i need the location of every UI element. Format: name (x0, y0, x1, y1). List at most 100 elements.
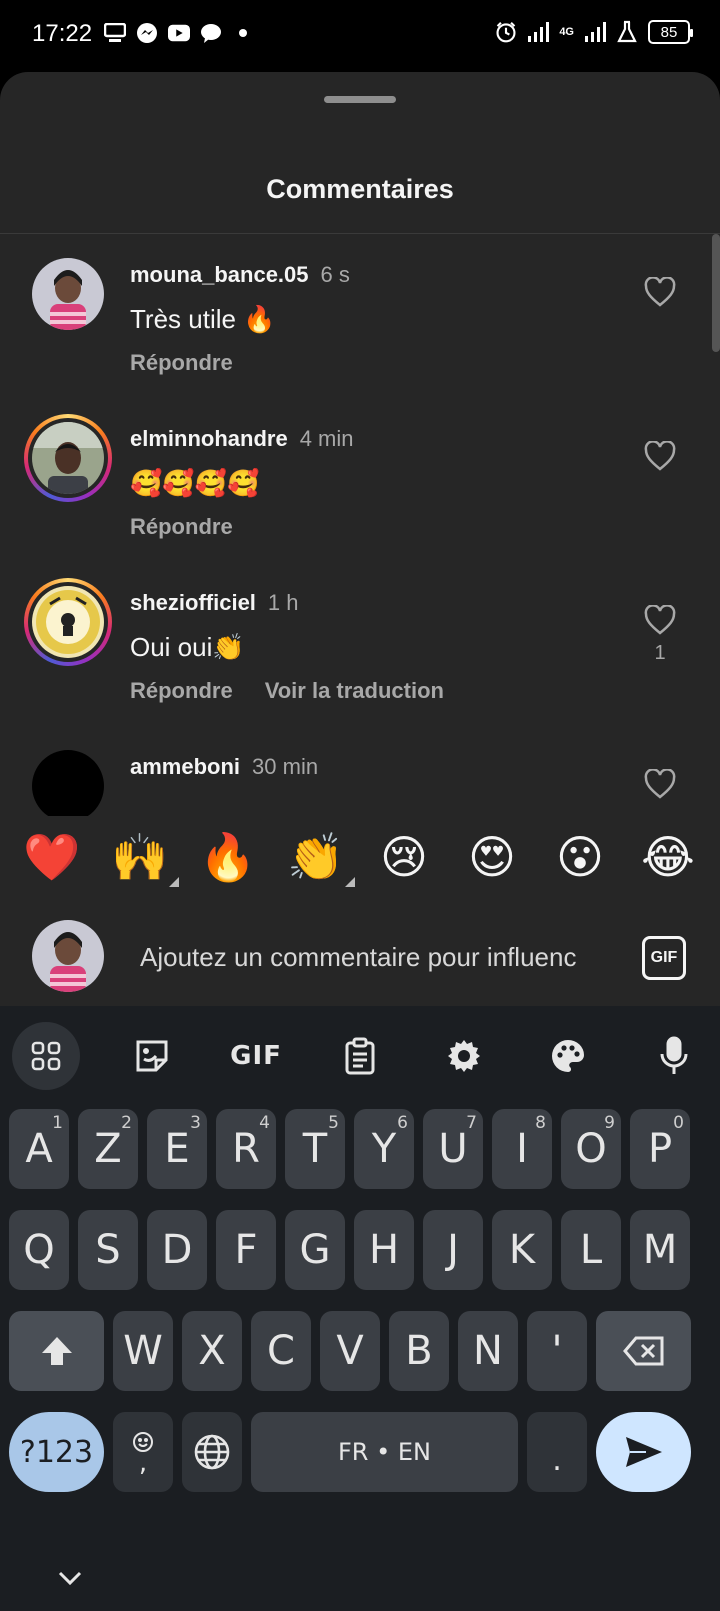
scrollbar[interactable] (712, 234, 720, 352)
space-bar[interactable]: FR • EN (251, 1412, 518, 1492)
period-key[interactable]: . (527, 1412, 587, 1492)
sticker-icon[interactable] (118, 1016, 186, 1096)
key-m[interactable]: M (630, 1210, 690, 1290)
keyboard-toolbar: GIF (0, 1016, 720, 1096)
avatar[interactable] (24, 250, 112, 338)
key-n[interactable]: N (458, 1311, 518, 1391)
comment-time: 1 h (267, 590, 299, 615)
key-s[interactable]: S (78, 1210, 138, 1290)
gif-keyboard-button[interactable]: GIF (222, 1016, 290, 1096)
heart-icon (644, 441, 676, 471)
key-u[interactable]: U7 (423, 1109, 483, 1189)
send-key[interactable] (596, 1412, 691, 1492)
sheet-title: Commentaires (266, 174, 454, 204)
comment-time: 6 s (320, 262, 350, 287)
signal-icon (527, 21, 550, 43)
emoji-crying[interactable]: 😢 (369, 830, 439, 884)
status-bar: 17:22 4G 85 (0, 0, 720, 72)
skin-tone-indicator (169, 876, 179, 887)
key-c[interactable]: C (251, 1311, 311, 1391)
emoji-heart-eyes[interactable]: 😍 (457, 830, 527, 884)
comment-input-row: GIF (0, 910, 720, 1006)
avatar-story-ring[interactable] (24, 578, 112, 666)
reply-button[interactable]: Répondre (130, 350, 233, 376)
emoji-raising-hands[interactable]: 🙌 (105, 830, 179, 887)
key-i[interactable]: I8 (492, 1109, 552, 1189)
gif-button[interactable]: GIF (642, 936, 686, 980)
key-q[interactable]: Q (9, 1210, 69, 1290)
key-apostrophe[interactable]: ' (527, 1311, 587, 1391)
emoji-fire[interactable]: 🔥 (193, 830, 263, 885)
comment-username[interactable]: elminnohandre 4 min (130, 426, 353, 452)
key-k[interactable]: K (492, 1210, 552, 1290)
avatar-story-ring[interactable] (24, 414, 112, 502)
comment-text: Très utile 🔥 (130, 304, 276, 334)
key-z[interactable]: Z2 (78, 1109, 138, 1189)
key-a[interactable]: A1 (9, 1109, 69, 1189)
comment-actions: Répondre (130, 514, 233, 540)
palette-icon[interactable] (534, 1016, 602, 1096)
avatar-image (32, 750, 104, 822)
reply-button[interactable]: Répondre (130, 678, 233, 704)
emoji-clapping[interactable]: 👏 (281, 830, 355, 887)
key-g[interactable]: G (285, 1210, 345, 1290)
key-p[interactable]: P0 (630, 1109, 690, 1189)
notification-icons (104, 22, 254, 44)
messenger-icon (136, 22, 158, 44)
emoji-laughing[interactable]: 😂 (633, 830, 703, 884)
shift-key[interactable] (9, 1311, 104, 1391)
emoji-heart[interactable]: ❤️ (17, 830, 87, 885)
key-b[interactable]: B (389, 1311, 449, 1391)
heart-icon (644, 769, 676, 799)
reply-button[interactable]: Répondre (130, 514, 233, 540)
comments-list[interactable]: mouna_bance.05 6 s Très utile 🔥 Répondre … (0, 234, 720, 874)
comment-input[interactable] (140, 934, 610, 980)
like-button[interactable] (640, 764, 680, 804)
hide-keyboard-button[interactable] (52, 1560, 88, 1596)
comment-time: 30 min (252, 754, 319, 779)
current-user-avatar (32, 920, 104, 992)
key-d[interactable]: D (147, 1210, 207, 1290)
comment-username[interactable]: mouna_bance.05 6 s (130, 262, 350, 288)
key-o[interactable]: O9 (561, 1109, 621, 1189)
symbols-key[interactable]: ?123 (9, 1412, 104, 1492)
emoji-comma-key[interactable]: , (113, 1412, 173, 1492)
key-v[interactable]: V (320, 1311, 380, 1391)
key-f[interactable]: F (216, 1210, 276, 1290)
lab-icon (616, 20, 638, 43)
key-h[interactable]: H (354, 1210, 414, 1290)
heart-icon (644, 605, 676, 635)
settings-icon[interactable] (430, 1016, 498, 1096)
avatar-image (32, 422, 104, 494)
key-l[interactable]: L (561, 1210, 621, 1290)
key-j[interactable]: J (423, 1210, 483, 1290)
like-button[interactable] (640, 436, 680, 476)
network-type: 4G (559, 26, 574, 38)
signal-icon-2 (584, 21, 606, 43)
emoji-surprised[interactable]: 😮 (545, 830, 615, 884)
key-w[interactable]: W (113, 1311, 173, 1391)
backspace-key[interactable] (596, 1311, 691, 1391)
key-r[interactable]: R4 (216, 1109, 276, 1189)
key-e[interactable]: E3 (147, 1109, 207, 1189)
drag-handle[interactable] (324, 96, 396, 103)
heart-icon (644, 277, 676, 307)
key-t[interactable]: T5 (285, 1109, 345, 1189)
key-x[interactable]: X (182, 1311, 242, 1391)
key-y[interactable]: Y6 (354, 1109, 414, 1189)
globe-icon (194, 1434, 230, 1470)
translate-button[interactable]: Voir la traduction (265, 678, 444, 704)
comment-username[interactable]: sheziofficiel 1 h (130, 590, 299, 616)
shift-icon (41, 1337, 72, 1365)
backspace-icon (622, 1336, 663, 1366)
avatar-image (32, 258, 104, 330)
comment-username[interactable]: ammeboni 30 min (130, 754, 318, 780)
like-button[interactable] (640, 600, 680, 640)
like-button[interactable] (640, 272, 680, 312)
language-key[interactable] (182, 1412, 242, 1492)
mic-icon[interactable] (640, 1016, 708, 1096)
comment-text: 🥰🥰🥰🥰 (130, 468, 260, 498)
apps-icon[interactable] (12, 1022, 80, 1090)
comment-item: sheziofficiel 1 h Oui oui👏 Répondre Voir … (0, 562, 720, 730)
clipboard-icon[interactable] (326, 1016, 394, 1096)
